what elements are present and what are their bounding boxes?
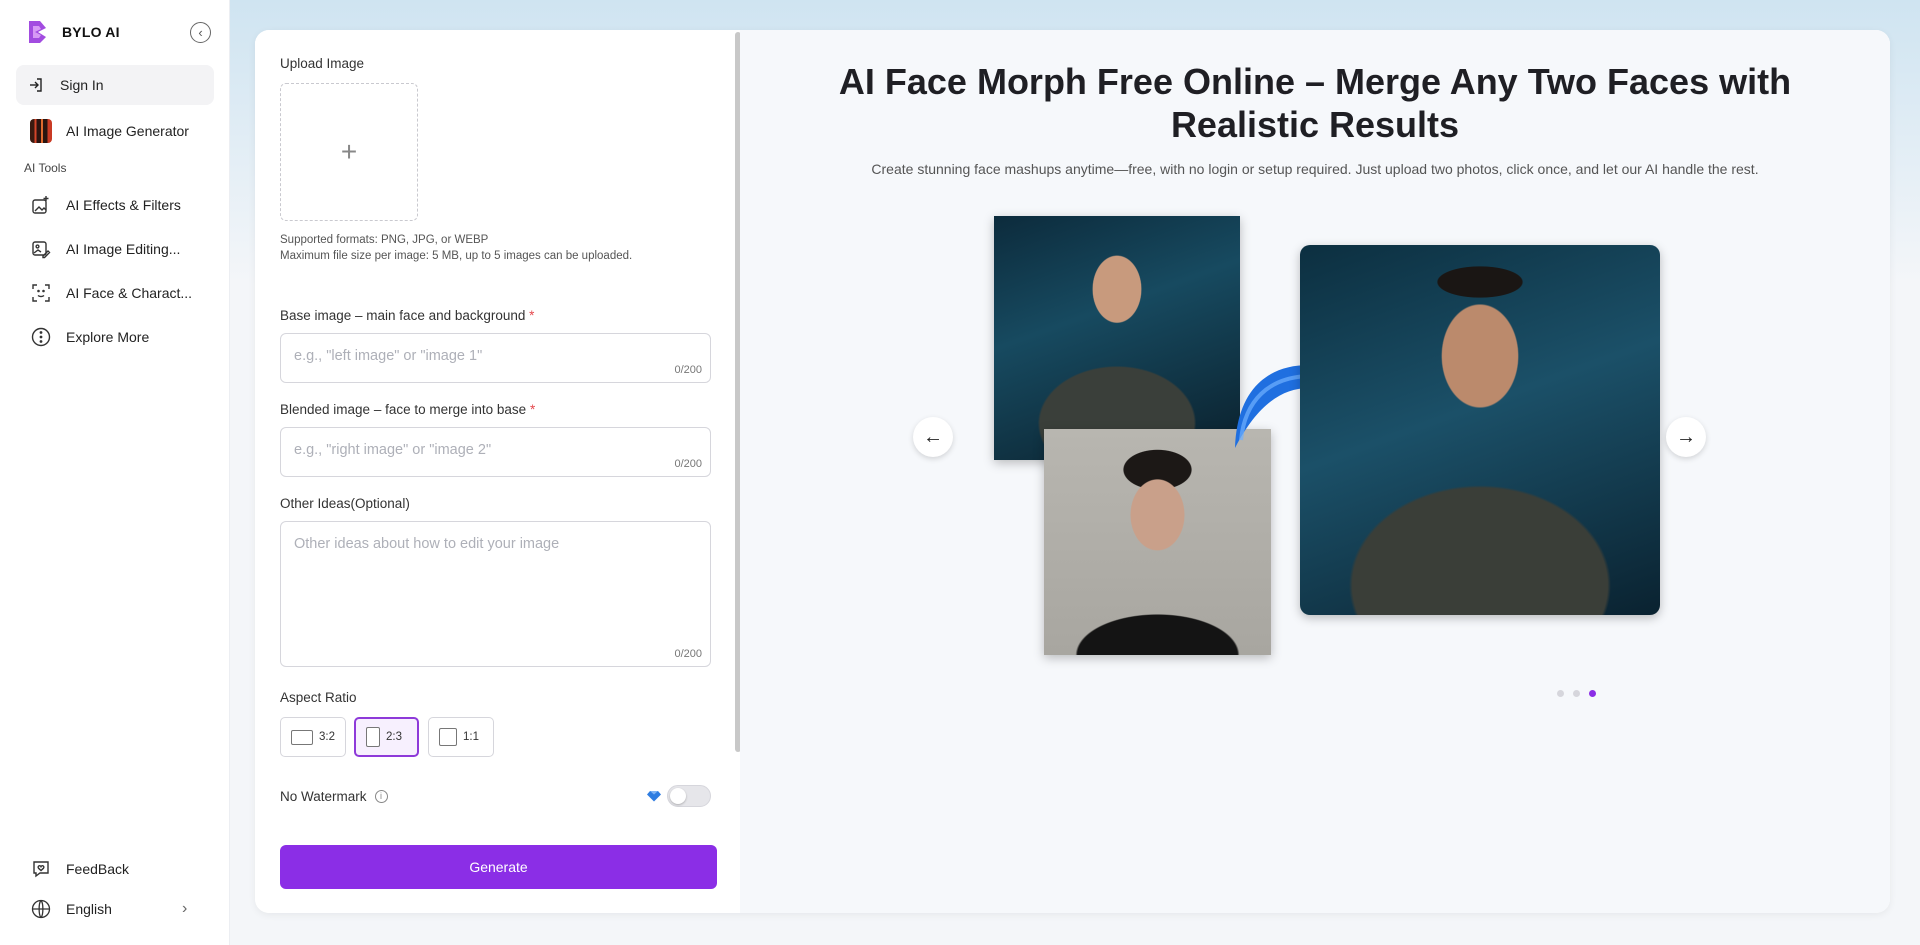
other-ideas-textarea[interactable]: Other ideas about how to edit your image… — [280, 521, 711, 667]
blended-image-label: Blended image – face to merge into base … — [280, 402, 535, 417]
no-watermark-label: No Watermark — [280, 788, 367, 804]
sidebar-item-explore-more[interactable]: Explore More — [30, 325, 149, 349]
arrow-right-icon: → — [1676, 425, 1696, 448]
feedback-label: FeedBack — [66, 861, 130, 877]
face-scan-icon — [30, 282, 52, 304]
sign-in-button[interactable]: Sign In — [16, 65, 214, 105]
base-image-char-count: 0/200 — [674, 364, 702, 376]
hero-panel: AI Face Morph Free Online – Merge Any Tw… — [740, 30, 1890, 913]
hero-subtitle: Create stunning face mashups anytime—fre… — [871, 161, 1759, 177]
upload-image-dropzone[interactable]: + — [280, 83, 418, 221]
required-mark: * — [529, 402, 536, 417]
tool-card: Upload Image + Supported formats: PNG, J… — [255, 30, 1890, 913]
sidebar-item-ai-effects-filters[interactable]: AI Effects & Filters — [30, 193, 181, 217]
ratio-option-1-1[interactable]: 1:1 — [428, 717, 494, 757]
feedback-button[interactable]: FeedBack — [30, 857, 129, 881]
toggle-knob — [670, 788, 686, 804]
image-generator-thumbnail-icon — [30, 119, 52, 143]
diamond-premium-icon — [647, 791, 661, 802]
generate-button[interactable]: Generate — [280, 845, 717, 889]
sign-in-icon — [30, 78, 42, 92]
example-blend-image — [1044, 429, 1271, 655]
collapse-sidebar-button[interactable]: ‹ — [190, 22, 211, 43]
base-image-placeholder: e.g., "left image" or "image 1" — [294, 348, 483, 364]
blended-image-placeholder: e.g., "right image" or "image 2" — [294, 442, 492, 458]
sidebar: BYLO AI ‹ Sign In AI Image Generator AI … — [0, 0, 230, 945]
language-label: English — [66, 901, 112, 917]
plus-icon: + — [340, 136, 358, 167]
base-image-input[interactable]: e.g., "left image" or "image 1" 0/200 — [280, 333, 711, 383]
other-ideas-char-count: 0/200 — [674, 648, 702, 660]
ratio-option-2-3[interactable]: 2:3 — [354, 717, 419, 757]
other-ideas-label: Other Ideas(Optional) — [280, 496, 410, 511]
sidebar-item-ai-face-character[interactable]: AI Face & Charact... — [30, 281, 192, 305]
carousel-dots — [1557, 690, 1596, 697]
brand-name: BYLO AI — [62, 24, 120, 40]
ratio-option-3-2[interactable]: 3:2 — [280, 717, 346, 757]
file-size-hint: Maximum file size per image: 5 MB, up to… — [280, 250, 633, 262]
chevron-left-icon: ‹ — [198, 25, 203, 40]
required-mark: * — [529, 308, 535, 323]
ratio-label: 3:2 — [319, 731, 335, 743]
brand[interactable]: BYLO AI — [26, 20, 120, 44]
sidebar-item-label: AI Face & Charact... — [66, 285, 193, 301]
carousel-prev-button[interactable]: ← — [913, 417, 953, 457]
example-result-image — [1300, 245, 1660, 615]
bylo-logo-icon — [29, 21, 46, 43]
sidebar-item-label: Explore More — [66, 329, 150, 345]
sidebar-item-label: AI Effects & Filters — [66, 197, 181, 213]
globe-icon — [30, 898, 52, 920]
chevron-right-icon: › — [182, 900, 188, 917]
no-watermark-toggle[interactable] — [667, 785, 711, 807]
arrow-left-icon: ← — [923, 425, 943, 448]
feedback-heart-icon — [30, 858, 52, 880]
language-selector[interactable]: English — [30, 897, 112, 921]
info-icon[interactable]: i — [374, 789, 388, 803]
image-edit-icon — [30, 238, 52, 260]
section-label-ai-tools: AI Tools — [24, 161, 67, 175]
upload-image-label: Upload Image — [280, 56, 365, 71]
no-watermark-row: No Watermark i — [280, 781, 711, 811]
sidebar-item-ai-image-generator[interactable]: AI Image Generator — [30, 119, 189, 143]
carousel-next-button[interactable]: → — [1666, 417, 1706, 457]
blended-image-char-count: 0/200 — [674, 458, 702, 470]
other-ideas-placeholder: Other ideas about how to edit your image — [294, 536, 560, 552]
portrait-ratio-icon — [366, 727, 380, 747]
carousel-dot[interactable] — [1573, 690, 1580, 697]
base-image-label-text: Base image – main face and background — [280, 308, 526, 323]
more-dots-icon — [30, 326, 52, 348]
form-panel: Upload Image + Supported formats: PNG, J… — [255, 30, 740, 913]
sidebar-item-label: AI Image Generator — [66, 123, 189, 139]
square-ratio-icon — [439, 728, 457, 746]
carousel-dot-active[interactable] — [1589, 690, 1596, 697]
formats-hint: Supported formats: PNG, JPG, or WEBP — [280, 234, 489, 246]
ratio-label: 1:1 — [463, 731, 479, 743]
carousel-dot[interactable] — [1557, 690, 1564, 697]
example-base-image — [994, 216, 1240, 460]
sparkle-image-icon — [30, 194, 52, 216]
blended-image-label-text: Blended image – face to merge into base — [280, 402, 527, 417]
hero-title: AI Face Morph Free Online – Merge Any Tw… — [838, 61, 1792, 145]
sidebar-item-label: AI Image Editing... — [66, 241, 181, 257]
sign-in-label: Sign In — [60, 77, 104, 93]
base-image-label: Base image – main face and background * — [280, 308, 534, 323]
ratio-label: 2:3 — [386, 731, 402, 743]
sidebar-item-ai-image-editing[interactable]: AI Image Editing... — [30, 237, 180, 261]
blended-image-input[interactable]: e.g., "right image" or "image 2" 0/200 — [280, 427, 711, 477]
aspect-ratio-label: Aspect Ratio — [280, 690, 357, 705]
landscape-ratio-icon — [291, 729, 313, 745]
